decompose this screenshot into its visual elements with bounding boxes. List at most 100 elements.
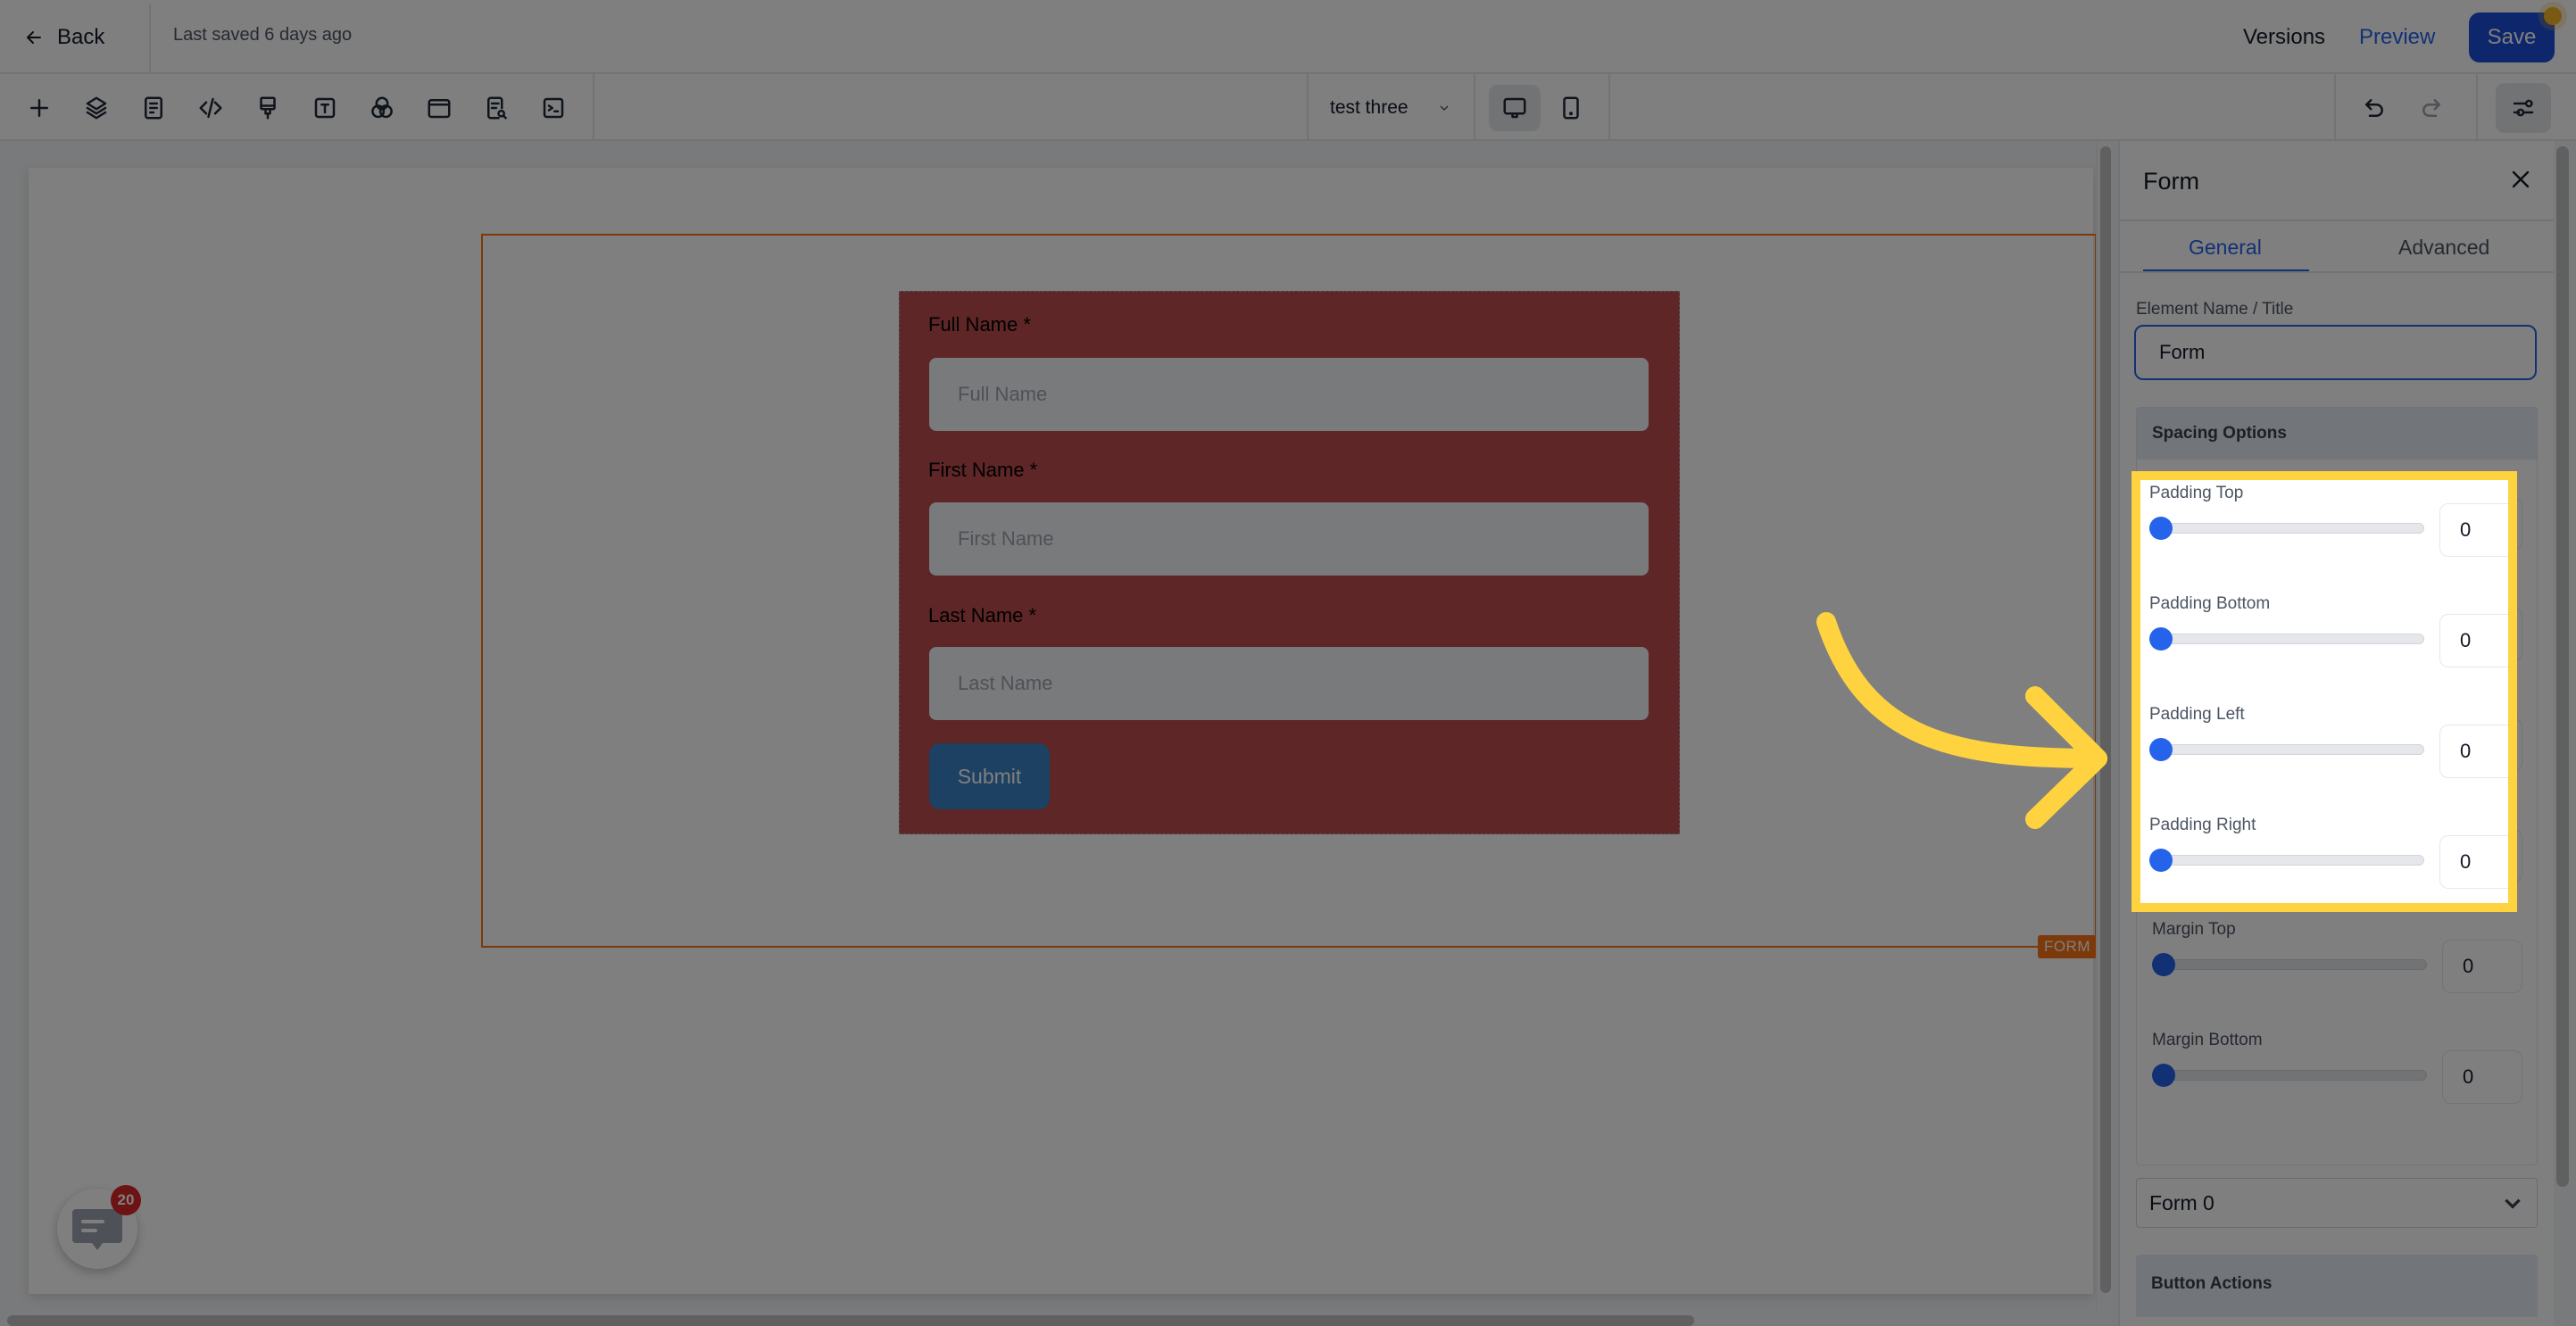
- back-button[interactable]: Back: [23, 20, 104, 55]
- first-name-label: First Name *: [928, 459, 1038, 481]
- panel-title: Form: [2143, 168, 2199, 195]
- spacing-slider-track[interactable]: [2152, 959, 2427, 970]
- full-name-label: Full Name *: [928, 313, 1031, 336]
- color-circles-icon: [371, 96, 393, 119]
- settings-panel-toggle[interactable]: [2496, 83, 2551, 133]
- toolbar-divider: [1608, 74, 1610, 141]
- spacing-slider-handle[interactable]: [2152, 953, 2175, 976]
- spacing-slider-handle[interactable]: [2152, 1064, 2175, 1087]
- editor-toolbar: test three: [0, 74, 2576, 141]
- canvas-vertical-scrollbar[interactable]: [2100, 146, 2111, 1293]
- spacing-value-input[interactable]: [2439, 503, 2508, 557]
- spacing-slider-handle[interactable]: [2149, 738, 2173, 761]
- preview-button[interactable]: Preview: [2359, 25, 2435, 50]
- styles-button[interactable]: [248, 88, 287, 128]
- toolbar-divider: [1474, 74, 1475, 141]
- desktop-icon: [1503, 97, 1526, 119]
- desktop-view-button[interactable]: [1489, 85, 1541, 131]
- spacing-slider-handle[interactable]: [2149, 517, 2173, 540]
- spacing-label: Margin Top: [2152, 920, 2236, 939]
- terminal-icon: [543, 97, 564, 119]
- element-name-input[interactable]: [2134, 325, 2537, 380]
- spacing-slider-track[interactable]: [2149, 523, 2424, 534]
- custom-code-button[interactable]: [191, 88, 230, 128]
- panel-scrollbar[interactable]: [2556, 146, 2569, 1187]
- seo-button[interactable]: [477, 88, 516, 128]
- tab-advanced[interactable]: Advanced: [2398, 236, 2489, 260]
- spacing-control-padding-bottom: Padding Bottom: [2149, 594, 2508, 692]
- spacing-value-input[interactable]: [2442, 1050, 2522, 1104]
- last-name-input[interactable]: [929, 647, 1649, 720]
- notification-badge: 20: [111, 1185, 141, 1215]
- spacing-control-padding-right: Padding Right: [2149, 816, 2508, 903]
- layout-button[interactable]: [420, 88, 459, 128]
- full-name-input[interactable]: [929, 358, 1649, 431]
- toolbar-divider: [593, 74, 594, 141]
- form-element[interactable]: Full Name * First Name * Last Name * Sub…: [899, 291, 1680, 834]
- spacing-slider-track[interactable]: [2149, 744, 2424, 755]
- close-panel-button[interactable]: [2507, 166, 2534, 193]
- text-icon: [314, 97, 336, 119]
- save-button[interactable]: Save: [2469, 12, 2555, 62]
- arrow-left-icon: [27, 31, 41, 44]
- spacing-value-input[interactable]: [2439, 835, 2508, 889]
- chevron-down-icon: [1440, 105, 1449, 111]
- panel-divider: [2120, 220, 2554, 221]
- undo-button[interactable]: [2355, 88, 2394, 128]
- submit-button[interactable]: Submit: [929, 743, 1050, 809]
- redo-button[interactable]: [2412, 88, 2451, 128]
- button-actions-header[interactable]: Button Actions: [2136, 1255, 2538, 1317]
- spacing-value-input[interactable]: [2439, 614, 2508, 667]
- editor-canvas: Full Name * First Name * Last Name * Sub…: [0, 141, 2098, 1310]
- undo-icon: [2365, 99, 2383, 117]
- versions-button[interactable]: Versions: [2243, 25, 2325, 50]
- first-name-input[interactable]: [929, 502, 1649, 576]
- spacing-label: Padding Right: [2149, 816, 2256, 834]
- toolbar-divider: [2334, 74, 2336, 141]
- layers-button[interactable]: [77, 88, 116, 128]
- spacing-options-header[interactable]: Spacing Options: [2137, 408, 2537, 460]
- close-icon: [2512, 170, 2530, 188]
- form-select-dropdown[interactable]: Form 0: [2136, 1178, 2538, 1228]
- toolbar-divider: [2476, 74, 2478, 141]
- mobile-view-button[interactable]: [1551, 88, 1591, 128]
- top-header: Back Last saved 6 days ago Versions Prev…: [0, 0, 2576, 74]
- last-name-label: Last Name *: [928, 604, 1037, 626]
- form-select-value: Form 0: [2149, 1190, 2215, 1214]
- spacing-control-margin-top: Margin Top: [2152, 920, 2527, 1018]
- scripts-button[interactable]: [534, 88, 573, 128]
- spacing-slider-handle[interactable]: [2149, 849, 2173, 872]
- layout-icon: [428, 99, 451, 119]
- spacing-value-input[interactable]: [2442, 940, 2522, 993]
- spacing-slider-track[interactable]: [2152, 1070, 2427, 1081]
- element-name-label: Element Name / Title: [2136, 300, 2294, 319]
- header-divider: [149, 4, 151, 71]
- pages-button[interactable]: [134, 88, 173, 128]
- selected-element-tag: FORM: [2037, 935, 2097, 958]
- colors-button[interactable]: [362, 88, 402, 128]
- spacing-slider-handle[interactable]: [2149, 627, 2173, 651]
- sliders-icon: [2513, 99, 2534, 117]
- document-icon: [145, 96, 162, 120]
- spacing-slider-track[interactable]: [2149, 634, 2424, 644]
- plus-icon: [30, 99, 48, 117]
- layers-icon: [86, 96, 107, 120]
- page-selector-dropdown[interactable]: test three: [1330, 92, 1451, 124]
- code-icon: [199, 97, 222, 119]
- add-element-button[interactable]: [20, 88, 59, 128]
- selected-form-outline[interactable]: Full Name * First Name * Last Name * Sub…: [481, 234, 2097, 958]
- padding-controls-highlight: Padding Top Padding Bottom Padding Left Pad…: [2131, 471, 2517, 912]
- typography-button[interactable]: [305, 88, 345, 128]
- page-preview: Full Name * First Name * Last Name * Sub…: [29, 168, 2097, 1294]
- spacing-slider-track[interactable]: [2149, 855, 2424, 866]
- spacing-control-padding-left: Padding Left: [2149, 705, 2508, 803]
- spacing-label: Margin Bottom: [2152, 1031, 2263, 1049]
- back-label: Back: [57, 25, 105, 49]
- tab-general[interactable]: General: [2189, 236, 2262, 260]
- canvas-horizontal-scrollbar[interactable]: [7, 1315, 1694, 1326]
- spacing-label: Padding Left: [2149, 705, 2245, 724]
- spacing-control-margin-bottom: Margin Bottom: [2152, 1031, 2527, 1129]
- mobile-icon: [1563, 96, 1579, 120]
- tabs-divider: [2120, 271, 2554, 273]
- spacing-value-input[interactable]: [2439, 725, 2508, 778]
